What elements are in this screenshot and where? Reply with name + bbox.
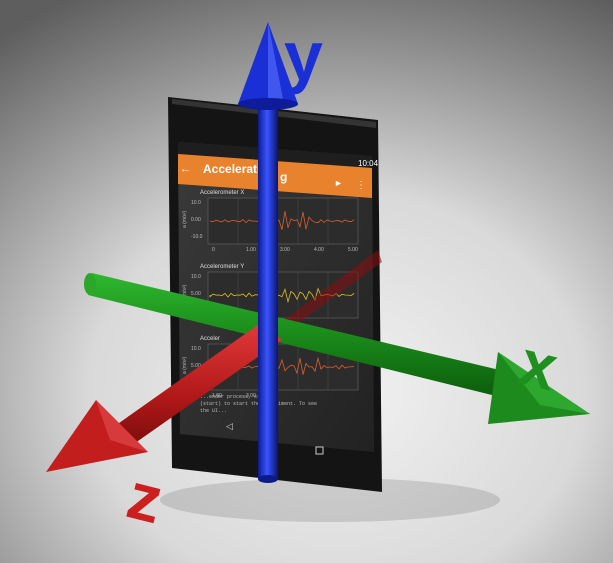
chart-ytick: 10.0: [191, 346, 201, 352]
chart-xtick: 4.00: [314, 247, 324, 253]
chart-title: Accelerometer Y: [200, 264, 244, 270]
x-axis-end-cap: [84, 273, 96, 295]
back-arrow-icon[interactable]: ←: [180, 163, 191, 175]
chart-xtick: 5.00: [348, 247, 358, 253]
chart-ytick: 5.00: [191, 291, 201, 297]
chart-ylabel: a (m/s²): [182, 356, 188, 374]
chart-xtick: 3.00: [280, 247, 290, 253]
chart-xtick: 0: [212, 247, 215, 253]
chart-ytick: 0.00: [191, 217, 201, 223]
chart-xtick: 1.00: [246, 247, 256, 253]
y-axis-end-cap: [258, 475, 278, 483]
app-bar-title-tail: g: [280, 170, 287, 184]
diagram-canvas: 10:04 ← Acceleratio g ► ⋮ Accelerometer …: [46, 17, 590, 537]
chart-title: Accelerometer X: [200, 190, 244, 196]
footer-line-3: the UI...: [200, 408, 227, 414]
status-time: 10:04: [358, 159, 379, 168]
play-icon[interactable]: ►: [334, 178, 343, 188]
chart-title: Acceler: [200, 336, 220, 342]
nav-back-icon[interactable]: ◁: [226, 421, 233, 431]
chart-ylabel: a (m/s²): [182, 210, 188, 228]
y-axis-label: y: [284, 17, 323, 95]
app-bar-title: Acceleratio: [203, 162, 268, 176]
axes-diagram-scene: 10:04 ← Acceleratio g ► ⋮ Accelerometer …: [0, 0, 613, 563]
more-vert-icon[interactable]: ⋮: [356, 180, 366, 191]
chart-ytick: 10.0: [191, 200, 201, 206]
y-axis-shaft: [258, 95, 278, 479]
chart-ytick: 10.0: [191, 274, 201, 280]
chart-ytick: -10.0: [191, 234, 203, 240]
